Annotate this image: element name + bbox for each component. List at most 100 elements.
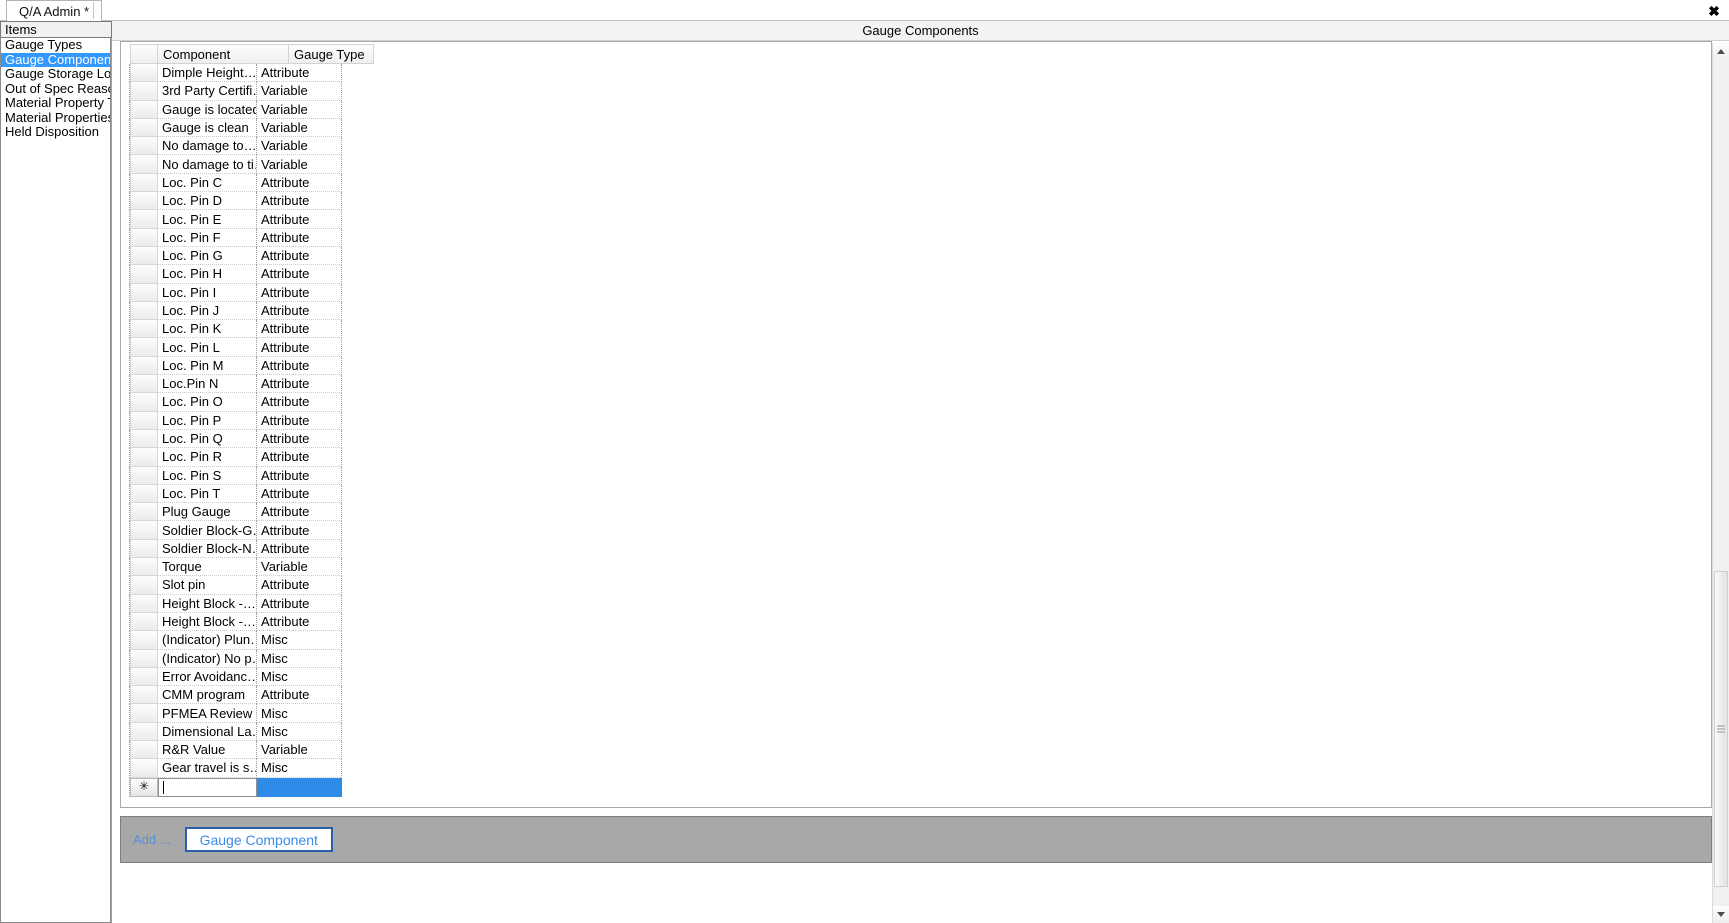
cell-gauge-type[interactable]: Misc	[257, 631, 342, 650]
column-header-gauge-type[interactable]: Gauge Type	[289, 44, 374, 64]
cell-component[interactable]: Loc. Pin S	[158, 466, 257, 485]
row-selector[interactable]	[130, 301, 158, 321]
cell-gauge-type[interactable]: Attribute	[257, 594, 342, 613]
new-row-editor[interactable]: ✳	[121, 777, 1691, 797]
table-row[interactable]: Loc. Pin M Attribute	[121, 356, 1691, 376]
row-selector[interactable]	[130, 466, 158, 485]
cell-component[interactable]: PFMEA Review	[158, 704, 257, 723]
cell-component[interactable]: Loc. Pin C	[158, 173, 257, 193]
cell-gauge-type[interactable]: Variable	[257, 740, 342, 760]
cell-gauge-type[interactable]: Attribute	[257, 448, 342, 467]
cell-gauge-type[interactable]: Variable	[257, 82, 342, 101]
sidebar-item-6[interactable]: Held Disposition	[1, 125, 110, 140]
cell-gauge-type[interactable]: Attribute	[257, 429, 342, 449]
table-row[interactable]: Loc. Pin P Attribute	[121, 411, 1691, 430]
row-selector[interactable]	[130, 759, 158, 778]
cell-component[interactable]: Plug Gauge	[158, 503, 257, 522]
sidebar-item-2[interactable]: Gauge Storage Loc	[1, 67, 110, 82]
table-row[interactable]: Soldier Block-G… Attribute	[121, 521, 1691, 540]
cell-gauge-type[interactable]: Misc	[257, 759, 342, 778]
scroll-down-arrow-icon[interactable]	[1713, 906, 1729, 923]
scroll-thumb[interactable]	[1714, 571, 1728, 887]
table-row[interactable]: (Indicator) No p… Misc	[121, 649, 1691, 668]
cell-gauge-type[interactable]: Attribute	[257, 338, 342, 357]
cell-component[interactable]: Height Block -…	[158, 594, 257, 613]
cell-gauge-type[interactable]: Attribute	[257, 521, 342, 540]
table-row[interactable]: Error Avoidanc… Misc	[121, 667, 1691, 687]
cell-component[interactable]: Loc. Pin L	[158, 338, 257, 357]
cell-gauge-type[interactable]: Attribute	[257, 192, 342, 211]
row-selector[interactable]	[130, 192, 158, 211]
table-row[interactable]: Loc. Pin H Attribute	[121, 265, 1691, 284]
cell-gauge-type[interactable]: Variable	[257, 137, 342, 156]
new-row-asterisk-icon[interactable]: ✳	[130, 777, 158, 797]
cell-component[interactable]: Height Block -…	[158, 612, 257, 632]
row-selector[interactable]	[130, 283, 158, 302]
cell-gauge-type[interactable]: Misc	[257, 722, 342, 741]
row-selector[interactable]	[130, 484, 158, 504]
table-row[interactable]: Dimensional La… Misc	[121, 722, 1691, 741]
row-selector[interactable]	[130, 594, 158, 613]
table-row[interactable]: Dimple Height… Attribute	[121, 64, 1691, 83]
row-selector[interactable]	[130, 118, 158, 138]
row-selector[interactable]	[130, 429, 158, 449]
table-row[interactable]: Gauge is located Variable	[121, 100, 1691, 119]
cell-component[interactable]: Loc. Pin F	[158, 228, 257, 247]
cell-gauge-type[interactable]: Attribute	[257, 173, 342, 193]
row-selector[interactable]	[130, 667, 158, 687]
new-row-gauge-type-cell[interactable]	[257, 777, 342, 797]
cell-component[interactable]: Loc. Pin G	[158, 246, 257, 266]
new-row-component-input[interactable]	[158, 777, 257, 797]
cell-gauge-type[interactable]: Attribute	[257, 393, 342, 412]
row-selector[interactable]	[130, 210, 158, 229]
table-row[interactable]: Loc. Pin E Attribute	[121, 210, 1691, 229]
cell-gauge-type[interactable]: Misc	[257, 649, 342, 668]
cell-component[interactable]: Gauge is located	[158, 100, 257, 119]
app-tab-qa-admin[interactable]: Q/A Admin *	[6, 0, 103, 21]
row-selector[interactable]	[130, 521, 158, 540]
cell-gauge-type[interactable]: Attribute	[257, 356, 342, 376]
cell-component[interactable]: Loc. Pin D	[158, 192, 257, 211]
sidebar-item-1[interactable]: Gauge Components	[1, 52, 110, 67]
cell-component[interactable]: Loc.Pin N	[158, 375, 257, 394]
cell-component[interactable]: Gear travel is s…	[158, 759, 257, 778]
data-grid[interactable]: Component Gauge Type Dimple Height… Attri…	[120, 41, 1712, 808]
table-row[interactable]: Loc. Pin T Attribute	[121, 484, 1691, 504]
add-gauge-component-button[interactable]: Gauge Component	[184, 827, 333, 852]
table-row[interactable]: Loc. Pin D Attribute	[121, 192, 1691, 211]
cell-gauge-type[interactable]: Attribute	[257, 283, 342, 302]
cell-gauge-type[interactable]: Attribute	[257, 612, 342, 632]
table-row[interactable]: Loc. Pin I Attribute	[121, 283, 1691, 302]
cell-component[interactable]: CMM program	[158, 686, 257, 705]
cell-component[interactable]: Loc. Pin P	[158, 411, 257, 430]
row-selector[interactable]	[130, 503, 158, 522]
cell-gauge-type[interactable]: Variable	[257, 118, 342, 138]
table-row[interactable]: No damage to ti… Variable	[121, 155, 1691, 174]
sidebar-item-3[interactable]: Out of Spec Reason	[1, 82, 110, 97]
table-row[interactable]: PFMEA Review Misc	[121, 704, 1691, 723]
vertical-scrollbar[interactable]	[1712, 43, 1729, 923]
cell-gauge-type[interactable]: Attribute	[257, 686, 342, 705]
table-row[interactable]: Gauge is clean Variable	[121, 118, 1691, 138]
cell-gauge-type[interactable]: Attribute	[257, 576, 342, 595]
row-selector[interactable]	[130, 740, 158, 760]
table-row[interactable]: Soldier Block-N… Attribute	[121, 539, 1691, 559]
cell-gauge-type[interactable]: Attribute	[257, 246, 342, 266]
cell-gauge-type[interactable]: Attribute	[257, 301, 342, 321]
sidebar-item-0[interactable]: Gauge Types	[1, 38, 110, 53]
cell-gauge-type[interactable]: Attribute	[257, 503, 342, 522]
row-selector[interactable]	[130, 137, 158, 156]
cell-gauge-type[interactable]: Attribute	[257, 484, 342, 504]
row-selector[interactable]	[130, 375, 158, 394]
sidebar-item-5[interactable]: Material Properties	[1, 111, 110, 126]
table-row[interactable]: R&R Value Variable	[121, 740, 1691, 760]
cell-gauge-type[interactable]: Variable	[257, 155, 342, 174]
cell-gauge-type[interactable]: Attribute	[257, 228, 342, 247]
row-selector[interactable]	[130, 558, 158, 577]
row-selector[interactable]	[130, 704, 158, 723]
table-row[interactable]: Loc. Pin J Attribute	[121, 301, 1691, 321]
cell-gauge-type[interactable]: Attribute	[257, 539, 342, 559]
table-row[interactable]: Loc. Pin G Attribute	[121, 246, 1691, 266]
cell-gauge-type[interactable]: Attribute	[257, 265, 342, 284]
cell-gauge-type[interactable]: Misc	[257, 704, 342, 723]
